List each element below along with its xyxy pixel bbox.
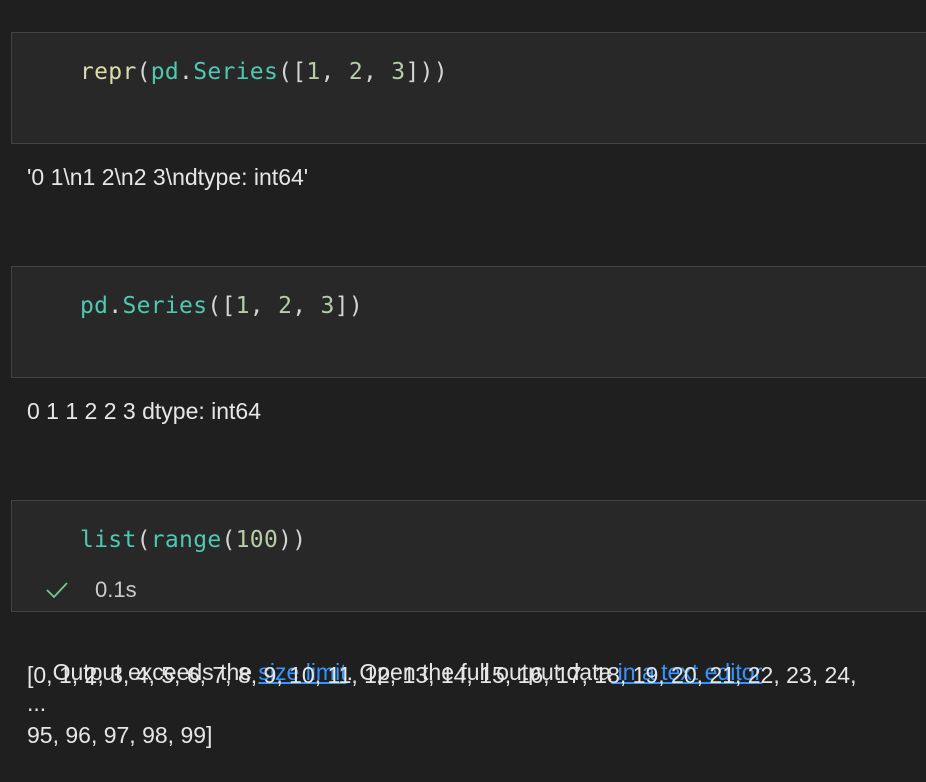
code-token: ])) bbox=[405, 59, 448, 85]
code-cell-2[interactable]: pd.Series([1, 2, 3]) bbox=[11, 266, 926, 378]
cell-output-2: 0 1 1 2 2 3 dtype: int64 bbox=[27, 398, 262, 424]
code-token: ([ bbox=[207, 293, 236, 319]
code-token: Series bbox=[122, 293, 208, 319]
code-token: 2 bbox=[278, 293, 293, 319]
code-line[interactable]: pd.Series([1, 2, 3]) bbox=[80, 293, 363, 319]
code-token: Series bbox=[193, 59, 279, 85]
code-token: pd bbox=[80, 293, 109, 319]
code-token: )) bbox=[278, 527, 307, 553]
code-token: ( bbox=[136, 527, 151, 553]
code-token: 100 bbox=[235, 527, 279, 553]
code-token: ( bbox=[221, 527, 236, 553]
check-icon bbox=[46, 582, 68, 599]
code-token: 1 bbox=[235, 293, 250, 319]
code-token: ( bbox=[136, 59, 151, 85]
code-token: repr bbox=[80, 59, 137, 85]
code-token: range bbox=[150, 527, 222, 553]
execution-duration: 0.1s bbox=[95, 577, 137, 602]
code-token: . bbox=[179, 59, 194, 85]
notebook: repr(pd.Series([1, 2, 3])) '0 1\n1 2\n2 … bbox=[0, 0, 926, 782]
code-token: 3 bbox=[320, 293, 335, 319]
code-cell-1[interactable]: repr(pd.Series([1, 2, 3])) bbox=[11, 32, 926, 144]
code-token: . bbox=[108, 293, 123, 319]
code-token: 1 bbox=[306, 59, 321, 85]
output-line: 95, 96, 97, 98, 99] bbox=[27, 722, 213, 748]
code-token: ([ bbox=[278, 59, 307, 85]
code-token: 2 bbox=[348, 59, 363, 85]
code-line[interactable]: list(range(100)) bbox=[80, 527, 306, 553]
code-token: , bbox=[363, 59, 392, 85]
code-line[interactable]: repr(pd.Series([1, 2, 3])) bbox=[80, 59, 448, 85]
execution-status: 0.1s bbox=[45, 577, 137, 603]
code-token: pd bbox=[150, 59, 180, 85]
output-line: ... bbox=[27, 690, 47, 716]
code-token: , bbox=[249, 293, 279, 319]
code-token: , bbox=[320, 59, 349, 85]
output-line: [0, 1, 2, 3, 4, 5, 6, 7, 8, 9, 10, 11, 1… bbox=[27, 662, 857, 688]
code-token: 3 bbox=[391, 59, 406, 85]
code-token: , bbox=[292, 293, 321, 319]
code-cell-3[interactable]: list(range(100)) 0.1s bbox=[11, 500, 926, 612]
code-token: ]) bbox=[334, 293, 363, 319]
cell-output-1: '0 1\n1 2\n2 3\ndtype: int64' bbox=[27, 164, 309, 190]
code-token: list bbox=[80, 527, 137, 553]
